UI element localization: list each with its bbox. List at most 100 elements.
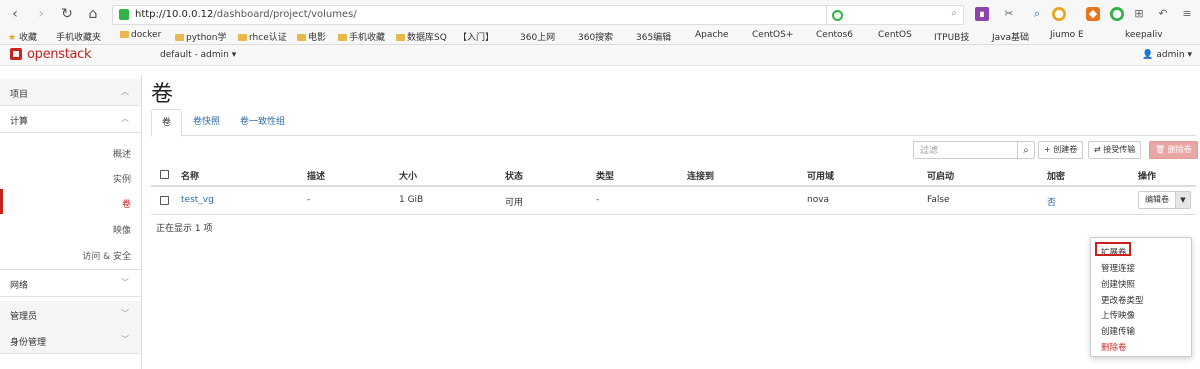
search-engine-icon	[832, 10, 843, 21]
bookmark-favorites[interactable]: ★ 收藏	[8, 30, 37, 43]
menu-item-create-transfer[interactable]: 创建传输	[1101, 325, 1135, 337]
select-all-checkbox[interactable]	[160, 170, 169, 179]
forward-icon[interactable]: ›	[32, 5, 50, 23]
bookmark-item[interactable]: 数据库SQ	[396, 30, 447, 43]
project-switcher[interactable]: default - admin ▾	[160, 50, 236, 60]
secure-shield-icon	[119, 9, 129, 20]
filter-input[interactable]: 过滤	[913, 141, 1018, 159]
search-icon[interactable]: ⌕	[951, 8, 957, 19]
chevron-down-icon: ﹀	[121, 278, 129, 287]
accept-transfer-button[interactable]: ⇄ 接受传输	[1088, 141, 1142, 159]
item-count: 正在显示 1 项	[156, 224, 213, 234]
col-description[interactable]: 描述	[307, 169, 325, 182]
bookmark-item[interactable]: 365编辑	[636, 30, 671, 43]
user-menu[interactable]: 👤 admin ▾	[1142, 50, 1192, 60]
menu-item-upload-image[interactable]: 上传映像	[1101, 309, 1135, 321]
chevron-up-icon: ︿	[121, 114, 129, 123]
sidebar-item-volumes[interactable]: 卷	[0, 189, 141, 214]
col-type[interactable]: 类型	[596, 169, 614, 182]
folder-icon	[238, 34, 247, 41]
bookmarks-bar: ★ 收藏 手机收藏夹 docker python学 rhce认证 电影 手机收藏…	[0, 28, 1200, 45]
address-bar[interactable]: http://10.0.0.12/dashboard/project/volum…	[112, 5, 834, 25]
col-name[interactable]: 名称	[181, 169, 199, 182]
shield-icon[interactable]: ●	[1052, 7, 1066, 21]
col-actions: 操作	[1138, 172, 1157, 182]
home-icon[interactable]: ⌂	[84, 5, 102, 23]
url-path: /dashboard/project/volumes/	[213, 9, 357, 20]
bookmark-item[interactable]: 360搜索	[578, 30, 613, 43]
bookmark-item[interactable]: ITPUB技	[934, 30, 969, 43]
menu-item-create-snapshot[interactable]: 创建快照	[1101, 278, 1135, 290]
volume-name-link[interactable]: test_vg	[181, 195, 214, 205]
grid-icon[interactable]: ⊞	[1132, 7, 1146, 21]
menu-item-manage-attachments[interactable]: 管理连接	[1101, 262, 1135, 274]
page-title: 卷	[151, 82, 174, 107]
sidebar-item-overview[interactable]: 概述	[0, 139, 141, 164]
search-tool-icon[interactable]: ⌕	[1030, 7, 1044, 21]
sidebar-item-images[interactable]: 映像	[0, 215, 141, 240]
bookmark-item[interactable]: Jiumo E	[1050, 30, 1084, 40]
sidebar-section-project[interactable]: 项目 ︿	[0, 79, 141, 106]
chevron-down-icon: ﹀	[121, 335, 129, 344]
back-icon[interactable]: ‹	[6, 5, 24, 23]
bookmark-item[interactable]: 360上网	[520, 30, 555, 43]
col-bootable[interactable]: 可启动	[927, 169, 954, 182]
row-checkbox[interactable]	[160, 196, 169, 205]
bookmark-item[interactable]: Java基础	[992, 30, 1029, 43]
bookmark-item[interactable]: keepaliv	[1125, 30, 1163, 40]
bookmark-item[interactable]: rhce认证	[238, 30, 287, 43]
volume-encrypted-link[interactable]: 否	[1047, 195, 1056, 208]
sidebar-item-access-security[interactable]: 访问 & 安全	[0, 241, 141, 266]
sidebar-section-identity[interactable]: 身份管理 ﹀	[0, 327, 141, 354]
highlight-box	[1095, 242, 1131, 256]
reload-icon[interactable]: ↻	[58, 5, 76, 23]
bookmark-item[interactable]: CentOS+	[752, 30, 793, 40]
tab-volumes[interactable]: 卷	[151, 109, 183, 137]
actions-dropdown-toggle[interactable]: ▼	[1175, 191, 1191, 209]
game-icon[interactable]: ◆	[1086, 7, 1100, 21]
bookmark-item[interactable]: 手机收藏夹	[56, 30, 101, 43]
menu-item-delete-volume[interactable]: 删除卷	[1101, 341, 1127, 353]
scissors-icon[interactable]: ✂	[1002, 7, 1016, 21]
undo-icon[interactable]: ↶	[1156, 7, 1170, 21]
delete-volume-button[interactable]: 🗑 删除卷	[1149, 141, 1198, 159]
col-size[interactable]: 大小	[399, 169, 417, 182]
chevron-down-icon: ﹀	[121, 309, 129, 318]
volume-status: 可用	[505, 198, 524, 208]
bookmark-item[interactable]: python学	[175, 30, 226, 43]
top-navbar: openstack default - admin ▾ 👤 admin ▾	[0, 45, 1200, 66]
menu-icon[interactable]: ≡	[1180, 7, 1194, 21]
sidebar-item-instances[interactable]: 实例	[0, 164, 141, 189]
col-status[interactable]: 状态	[505, 169, 523, 182]
tab-volume-snapshots[interactable]: 卷快照	[183, 109, 230, 135]
menu-item-change-type[interactable]: 更改卷类型	[1101, 294, 1144, 306]
folder-icon	[120, 31, 129, 38]
folder-icon	[396, 34, 405, 41]
col-availability-zone[interactable]: 可用域	[807, 169, 834, 182]
filter-search-button[interactable]: ⌕	[1017, 141, 1035, 159]
create-volume-button[interactable]: + 创建卷	[1038, 141, 1084, 159]
col-encrypted[interactable]: 加密	[1047, 169, 1065, 182]
bookmark-item[interactable]: 手机收藏	[338, 30, 385, 43]
table-row: test_vg - 1 GiB 可用 - nova False 否	[151, 186, 1196, 215]
bookmark-item[interactable]: CentOS	[878, 30, 912, 40]
bookmark-item[interactable]: Apache	[695, 30, 729, 40]
volume-zone: nova	[807, 195, 830, 205]
sidebar-section-admin[interactable]: 管理员 ﹀	[0, 301, 141, 328]
tab-consistency-groups[interactable]: 卷一致性组	[230, 109, 295, 135]
sidebar-section-compute[interactable]: 计算 ︿	[0, 106, 141, 133]
volume-type: -	[596, 195, 600, 205]
col-attached-to[interactable]: 连接到	[687, 169, 714, 182]
brand-name[interactable]: openstack	[27, 47, 92, 62]
browser-search-input[interactable]: ⌕	[826, 5, 964, 25]
bookmark-item[interactable]: 电影	[297, 30, 326, 43]
bookmark-item[interactable]: docker	[120, 30, 161, 40]
sidebar-section-network[interactable]: 网络 ﹀	[0, 269, 141, 297]
extension-icon[interactable]: ∎	[975, 7, 989, 21]
bookmark-item[interactable]: 【入门】	[458, 30, 494, 43]
sidebar: 项目 ︿ 计算 ︿ 概述 实例 卷 映像 访问 & 安全 网络 ﹀ 管理员 ﹀ 身份管理…	[0, 75, 142, 369]
folder-icon	[297, 34, 306, 41]
bookmark-item[interactable]: Centos6	[816, 30, 853, 40]
chat-icon[interactable]: ●	[1110, 7, 1124, 21]
edit-volume-button[interactable]: 编辑卷	[1138, 191, 1176, 209]
